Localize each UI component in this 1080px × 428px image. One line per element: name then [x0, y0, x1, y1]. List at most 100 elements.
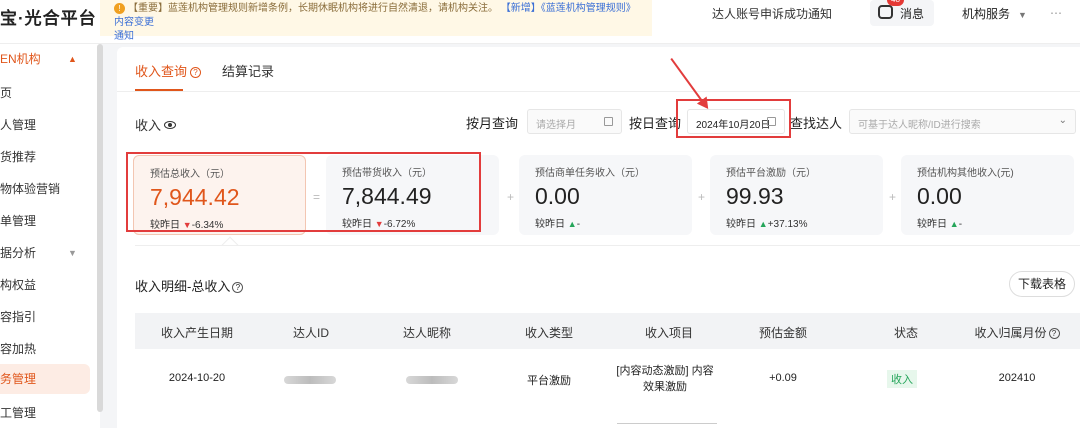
- chevron-down-icon: ▼: [1018, 10, 1027, 20]
- compare-label: 较昨日: [917, 219, 947, 230]
- help-icon[interactable]: ?: [232, 282, 244, 293]
- annotation-highlight-stats: [126, 152, 481, 232]
- main-panel: 收入查询? 结算记录 收入 按月查询 请选择月 按日查询 2024年10月20日…: [117, 47, 1080, 428]
- tab-settlement-records[interactable]: 结算记录: [222, 61, 274, 80]
- platform-logo[interactable]: 宝·光合平台: [0, 4, 97, 29]
- notice-banner: ! 【重要】蓝莲机构管理规则新增条例，长期休眠机构将进行自然清退，请机构关注。 【…: [100, 0, 652, 42]
- stat-change: +37.13%: [767, 219, 808, 230]
- sidebar-item-label: 货推荐: [0, 150, 37, 164]
- notice-text: 蓝莲机构管理规则新增条例，长期休眠机构将进行自然清退，请机构关注。: [168, 3, 498, 14]
- cell-item: [内容动态激励] 内容 效果激励: [605, 363, 725, 395]
- column-header[interactable]: 收入产生日期: [137, 324, 257, 341]
- month-picker[interactable]: 请选择月: [527, 109, 622, 134]
- cell-status: 收入: [842, 370, 962, 388]
- calendar-icon: [604, 117, 613, 126]
- trend-up-icon: ▲: [758, 219, 768, 229]
- sidebar-item-label: EN机构: [0, 52, 41, 66]
- sidebar: EN机构 ▲ 页 人管理 货推荐 物体验营销 单管理 据分析 ▼ 构权益 容指引 容…: [0, 44, 103, 428]
- column-header[interactable]: 状态: [846, 324, 966, 341]
- income-label: 收入: [135, 115, 177, 134]
- stat-platform-incentive[interactable]: 预估平台激励（元） 99.93 较昨日 ▲+37.13%: [710, 155, 883, 235]
- stat-change: -: [958, 219, 963, 230]
- sidebar-item-label: 容指引: [0, 310, 37, 324]
- notice-tail[interactable]: 通知: [114, 31, 134, 42]
- warning-icon: !: [114, 3, 125, 14]
- chevron-down-icon: ⌄: [1058, 115, 1067, 126]
- help-icon[interactable]: ?: [190, 67, 202, 78]
- column-header[interactable]: 达人ID: [251, 324, 371, 341]
- sidebar-item-label: 务管理: [0, 372, 37, 386]
- cell-amount: +0.09: [769, 372, 797, 384]
- sidebar-item-guide[interactable]: 容指引: [0, 302, 90, 332]
- sidebar-item-home[interactable]: 页: [0, 78, 90, 108]
- stat-title: 预估平台激励（元）: [726, 168, 816, 179]
- income-label-text: 收入: [135, 118, 162, 133]
- sidebar-item-experience[interactable]: 物体验营销: [0, 174, 90, 204]
- detail-title: 收入明细-总收入?: [135, 276, 244, 295]
- sidebar-item-finance[interactable]: 务管理: [0, 364, 90, 394]
- cell-item-line: [内容动态激励] 内容: [616, 365, 714, 377]
- stat-compare: 较昨日 ▲-: [535, 215, 692, 230]
- sidebar-item-label: 工管理: [0, 406, 37, 420]
- latest-message[interactable]: 达人账号申诉成功通知: [712, 5, 832, 22]
- plus-operator: +: [507, 190, 515, 204]
- stat-other-income[interactable]: 预估机构其他收入(元) 0.00 较昨日 ▲-: [901, 155, 1074, 235]
- sidebar-item-org[interactable]: EN机构 ▲: [0, 44, 90, 74]
- sidebar-item-boost[interactable]: 容加热: [0, 334, 90, 364]
- next-row-partial: [617, 423, 717, 428]
- sidebar-item-goods[interactable]: 货推荐: [0, 142, 90, 172]
- download-table-button[interactable]: 下载表格: [1009, 271, 1075, 297]
- sidebar-item-label: 人管理: [0, 118, 37, 132]
- stat-compare: 较昨日 ▲-: [917, 215, 1074, 230]
- sidebar-item-staff[interactable]: 工管理: [0, 398, 90, 428]
- sidebar-item-rights[interactable]: 构权益: [0, 270, 90, 300]
- chevron-down-icon: ▼: [68, 248, 77, 258]
- column-header[interactable]: 预估金额: [723, 324, 843, 341]
- column-header[interactable]: 收入类型: [489, 324, 609, 341]
- stat-title: 预估商单任务收入（元）: [535, 168, 645, 179]
- org-service-menu[interactable]: 机构服务 ▼: [962, 5, 1027, 22]
- sidebar-item-talent[interactable]: 人管理: [0, 110, 90, 140]
- cell-nickname-redacted: [406, 376, 458, 384]
- sidebar-item-analysis[interactable]: 据分析 ▼: [0, 238, 90, 268]
- sidebar-scrollbar[interactable]: [97, 44, 103, 412]
- sidebar-item-orders[interactable]: 单管理: [0, 206, 90, 236]
- chevron-up-icon: ▲: [68, 54, 77, 64]
- cell-month: 202410: [998, 372, 1036, 384]
- notice-prefix: 【重要】: [128, 3, 168, 14]
- table-header: 收入产生日期 达人ID 达人昵称 收入类型 收入项目 预估金额 状态 收入归属月…: [135, 313, 1080, 349]
- tab-label: 结算记录: [222, 64, 275, 79]
- trend-up-icon: ▲: [567, 219, 577, 229]
- sidebar-item-label: 页: [0, 86, 13, 100]
- column-header[interactable]: 收入项目: [609, 324, 729, 341]
- column-header-text: 收入归属月份: [974, 326, 1047, 340]
- column-header[interactable]: 达人昵称: [367, 324, 487, 341]
- messages-button[interactable]: 48 消息: [870, 0, 934, 26]
- tab-income-query[interactable]: 收入查询?: [135, 61, 202, 80]
- month-query-label: 按月查询: [466, 116, 519, 131]
- sidebar-item-label: 物体验营销: [0, 182, 61, 196]
- stat-compare: 较昨日 ▲+37.13%: [726, 215, 883, 230]
- help-icon[interactable]: ?: [1048, 328, 1060, 339]
- messages-label: 消息: [900, 7, 925, 21]
- talent-search-select[interactable]: 可基于达人昵称/ID进行搜索 ⌄: [849, 109, 1076, 134]
- stat-value: 0.00: [917, 183, 962, 209]
- sidebar-item-label: 据分析: [0, 246, 37, 260]
- talent-search-placeholder: 可基于达人昵称/ID进行搜索: [858, 120, 981, 131]
- message-icon: [878, 5, 893, 19]
- plus-operator: +: [698, 190, 706, 204]
- tab-label: 收入查询: [135, 64, 188, 79]
- more-icon[interactable]: ⋯: [1050, 6, 1062, 20]
- month-placeholder: 请选择月: [536, 120, 576, 131]
- annotation-highlight-date: [676, 99, 791, 138]
- sidebar-item-label: 构权益: [0, 278, 37, 292]
- stat-task-income[interactable]: 预估商单任务收入（元） 0.00 较昨日 ▲-: [519, 155, 692, 235]
- stat-value: 99.93: [726, 183, 784, 209]
- plus-operator: +: [889, 190, 897, 204]
- column-header[interactable]: 收入归属月份?: [957, 324, 1077, 341]
- trend-up-icon: ▲: [949, 219, 959, 229]
- eye-icon[interactable]: [164, 121, 177, 129]
- org-service-label: 机构服务: [962, 7, 1011, 21]
- tabs-divider: [117, 91, 1080, 92]
- sidebar-item-label: 容加热: [0, 342, 37, 356]
